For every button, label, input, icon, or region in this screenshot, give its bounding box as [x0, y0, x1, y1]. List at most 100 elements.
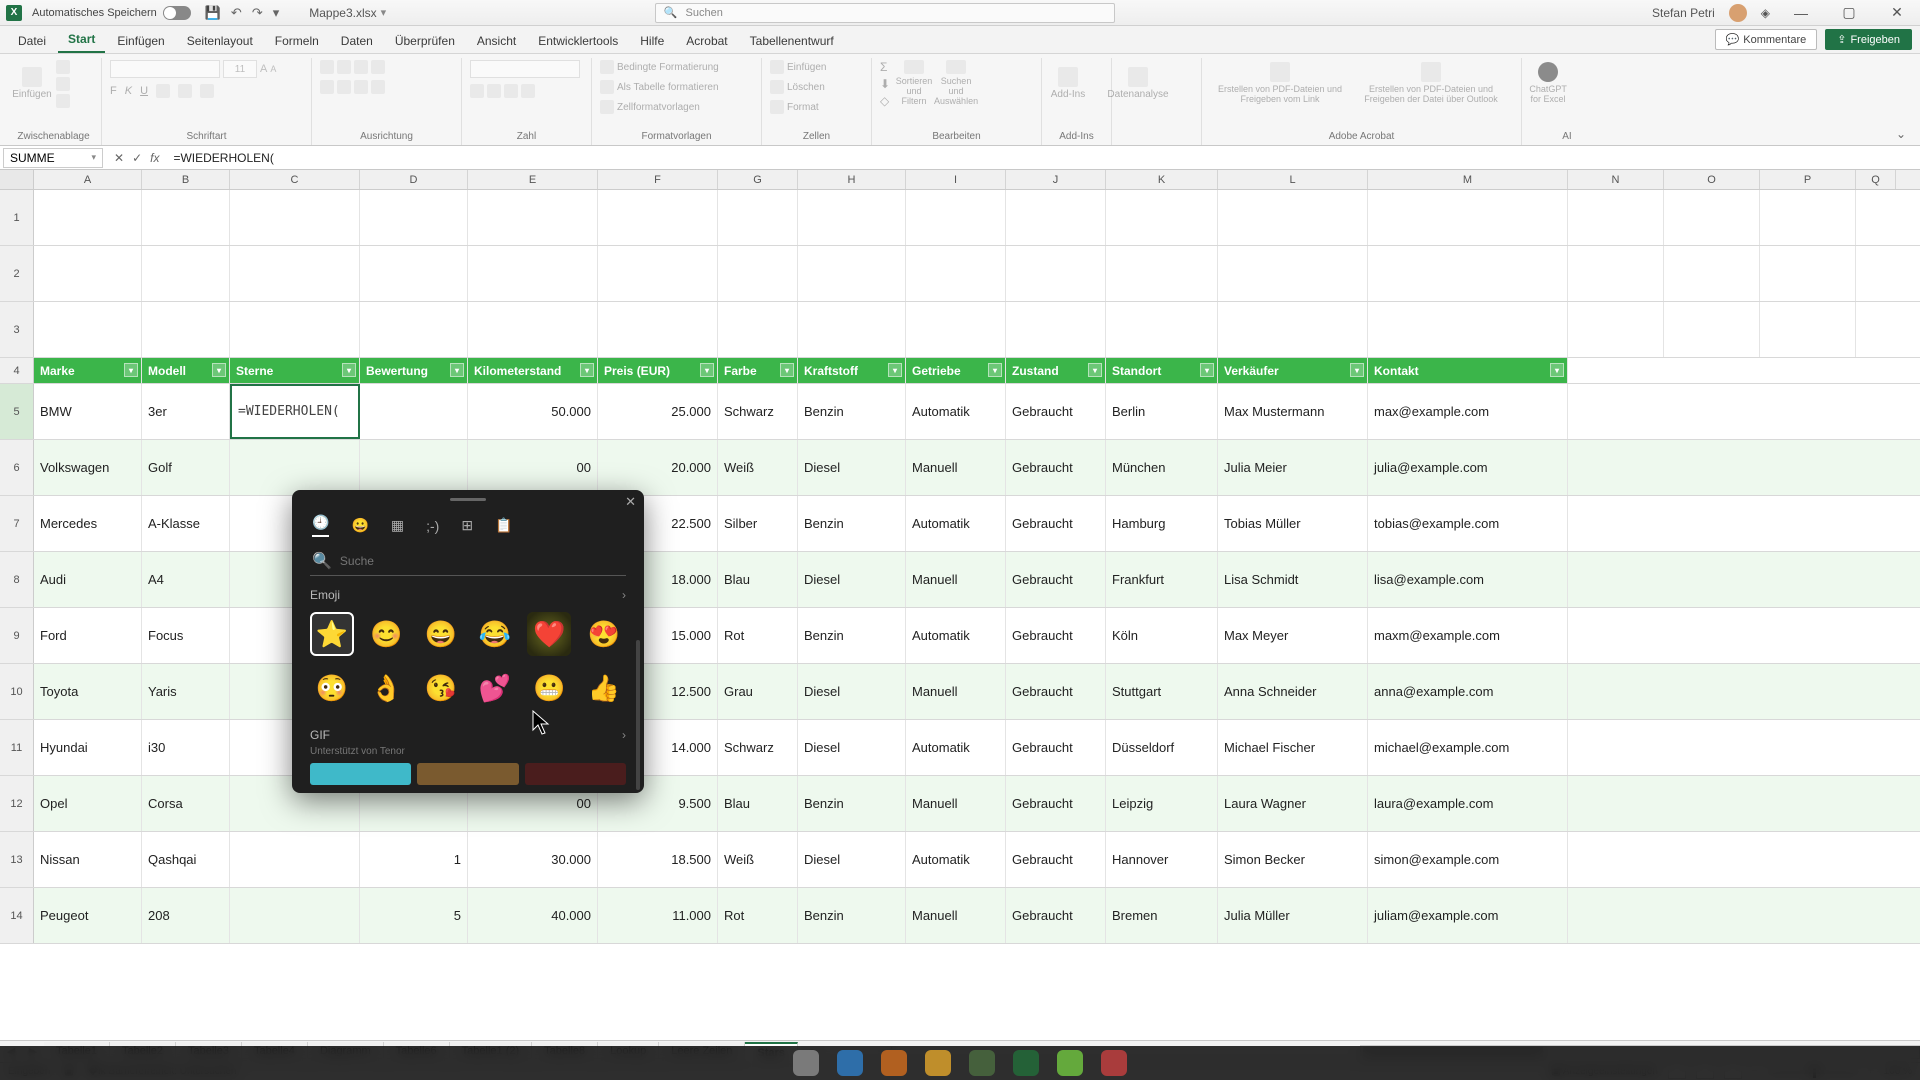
row-header[interactable]: 5: [0, 384, 34, 439]
cell[interactable]: [1760, 190, 1856, 245]
cell[interactable]: 208: [142, 888, 230, 943]
cell[interactable]: Gebraucht: [1006, 664, 1106, 719]
cell[interactable]: Gebraucht: [1006, 888, 1106, 943]
cell[interactable]: [1106, 302, 1218, 357]
filter-dropdown-icon[interactable]: ▾: [124, 363, 138, 377]
cell[interactable]: [34, 246, 142, 301]
cell[interactable]: [598, 302, 718, 357]
cell[interactable]: [230, 246, 360, 301]
cell[interactable]: Automatik: [906, 832, 1006, 887]
cell[interactable]: [360, 190, 468, 245]
cell[interactable]: Hamburg: [1106, 496, 1218, 551]
filter-dropdown-icon[interactable]: ▾: [212, 363, 226, 377]
autosave-toggle[interactable]: [163, 6, 191, 20]
cell[interactable]: Yaris: [142, 664, 230, 719]
row-header[interactable]: 7: [0, 496, 34, 551]
cell[interactable]: Hannover: [1106, 832, 1218, 887]
cell[interactable]: Golf: [142, 440, 230, 495]
column-header[interactable]: B: [142, 170, 230, 189]
conditional-formatting[interactable]: Bedingte Formatierung: [617, 62, 719, 73]
table-header[interactable]: Marke▾: [34, 358, 142, 383]
cell[interactable]: Lisa Schmidt: [1218, 552, 1368, 607]
gif-thumb[interactable]: [310, 763, 411, 785]
cell[interactable]: Peugeot: [34, 888, 142, 943]
font-name[interactable]: [110, 60, 220, 78]
cell[interactable]: julia@example.com: [1368, 440, 1568, 495]
cell[interactable]: Tobias Müller: [1218, 496, 1368, 551]
cell[interactable]: anna@example.com: [1368, 664, 1568, 719]
cell[interactable]: Blau: [718, 776, 798, 831]
row-header[interactable]: 1: [0, 190, 34, 245]
cell[interactable]: [1568, 302, 1664, 357]
cell[interactable]: Julia Meier: [1218, 440, 1368, 495]
row-header[interactable]: 10: [0, 664, 34, 719]
taskbar-icon[interactable]: [881, 1050, 907, 1076]
copy-icon[interactable]: [56, 77, 70, 91]
cell[interactable]: [906, 246, 1006, 301]
cell[interactable]: [598, 190, 718, 245]
cell[interactable]: Max Meyer: [1218, 608, 1368, 663]
cell[interactable]: laura@example.com: [1368, 776, 1568, 831]
cell-styles[interactable]: Zellformatvorlagen: [617, 102, 700, 113]
cell[interactable]: [1664, 190, 1760, 245]
emoji-close-icon[interactable]: ✕: [625, 494, 636, 510]
cell[interactable]: Simon Becker: [1218, 832, 1368, 887]
autosave[interactable]: Automatisches Speichern: [32, 6, 191, 20]
emoji-category-tab[interactable]: 📋: [495, 517, 512, 534]
cell[interactable]: Frankfurt: [1106, 552, 1218, 607]
cell[interactable]: simon@example.com: [1368, 832, 1568, 887]
cell[interactable]: Diesel: [798, 664, 906, 719]
cell[interactable]: [1218, 190, 1368, 245]
column-header[interactable]: P: [1760, 170, 1856, 189]
cell[interactable]: Opel: [34, 776, 142, 831]
cell[interactable]: [718, 246, 798, 301]
column-header[interactable]: G: [718, 170, 798, 189]
cell[interactable]: 00: [468, 440, 598, 495]
cell[interactable]: Mercedes: [34, 496, 142, 551]
ribbon-tab-datei[interactable]: Datei: [8, 29, 56, 53]
cell[interactable]: Manuell: [906, 552, 1006, 607]
cell[interactable]: [468, 302, 598, 357]
cell[interactable]: [360, 246, 468, 301]
column-header[interactable]: I: [906, 170, 1006, 189]
row-header[interactable]: 3: [0, 302, 34, 357]
emoji-category-tab[interactable]: ▦: [391, 517, 404, 534]
cell[interactable]: i30: [142, 720, 230, 775]
emoji-item[interactable]: 👍: [582, 666, 626, 710]
column-header[interactable]: J: [1006, 170, 1106, 189]
cell[interactable]: [230, 302, 360, 357]
pdf-share-link[interactable]: Erstellen von PDF-Dateien und Freigeben …: [1210, 60, 1350, 106]
emoji-category-tab[interactable]: 🕘: [312, 514, 329, 537]
filter-dropdown-icon[interactable]: ▾: [1350, 363, 1364, 377]
cell[interactable]: [1664, 246, 1760, 301]
cell[interactable]: [1760, 246, 1856, 301]
column-header[interactable]: H: [798, 170, 906, 189]
minimize-button[interactable]: —: [1784, 5, 1818, 21]
taskbar-icon[interactable]: [1101, 1050, 1127, 1076]
cell[interactable]: Manuell: [906, 440, 1006, 495]
row-header[interactable]: 9: [0, 608, 34, 663]
cancel-formula-icon[interactable]: ✕: [114, 151, 124, 165]
cell[interactable]: Automatik: [906, 496, 1006, 551]
cell[interactable]: [1664, 302, 1760, 357]
cell[interactable]: Benzin: [798, 496, 906, 551]
cell[interactable]: [1368, 302, 1568, 357]
cell[interactable]: [230, 832, 360, 887]
cell[interactable]: Gebraucht: [1006, 832, 1106, 887]
emoji-item[interactable]: 😳: [310, 666, 354, 710]
ribbon-tab-formeln[interactable]: Formeln: [265, 29, 329, 53]
emoji-item[interactable]: 😊: [364, 612, 408, 656]
emoji-item[interactable]: 😍: [582, 612, 626, 656]
cell[interactable]: [718, 190, 798, 245]
ribbon-tab-einfügen[interactable]: Einfügen: [107, 29, 174, 53]
emoji-panel-drag[interactable]: ✕: [292, 490, 644, 508]
cell[interactable]: [906, 302, 1006, 357]
table-header[interactable]: Kraftstoff▾: [798, 358, 906, 383]
cell[interactable]: Automatik: [906, 608, 1006, 663]
row-header[interactable]: 11: [0, 720, 34, 775]
cell[interactable]: [1106, 190, 1218, 245]
ribbon-tab-entwicklertools[interactable]: Entwicklertools: [528, 29, 628, 53]
avatar[interactable]: [1729, 4, 1747, 22]
cell[interactable]: [142, 302, 230, 357]
column-header[interactable]: D: [360, 170, 468, 189]
